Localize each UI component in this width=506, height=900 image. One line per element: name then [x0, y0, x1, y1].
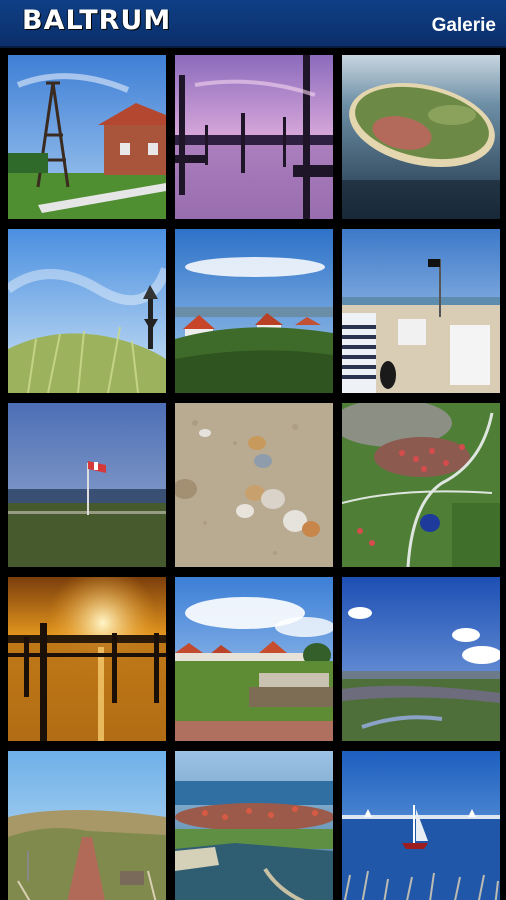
photo-village-aerial [342, 403, 500, 567]
gallery-thumbnail-dune-beacon[interactable] [8, 229, 166, 393]
gallery-thumbnail-salt-marsh[interactable] [342, 577, 500, 741]
photo-grid [0, 48, 506, 900]
photo-island-aerial [342, 55, 500, 219]
photo-houses-meadow [175, 577, 333, 741]
gallery-thumbnail-village-aerial[interactable] [342, 403, 500, 567]
photo-windsock [8, 403, 166, 567]
gallery-thumbnail-harbour-dusk[interactable] [175, 55, 333, 219]
app-title: BALTRUM [22, 5, 172, 36]
gallery-thumbnail-houses-meadow[interactable] [175, 577, 333, 741]
gallery-thumbnail-dune-path[interactable] [8, 751, 166, 900]
photo-seashells [175, 403, 333, 567]
gallery-thumbnail-sailboat[interactable] [342, 751, 500, 900]
gallery-thumbnail-island-aerial[interactable] [342, 55, 500, 219]
photo-bell-tower [8, 55, 166, 219]
photo-harbour-aerial [175, 751, 333, 900]
photo-village-dunes [175, 229, 333, 393]
gallery-thumbnail-windsock[interactable] [8, 403, 166, 567]
gallery-thumbnail-beach-chairs[interactable] [342, 229, 500, 393]
photo-sailboat [342, 751, 500, 900]
section-title: Galerie [431, 15, 496, 36]
gallery-thumbnail-harbour-aerial[interactable] [175, 751, 333, 900]
app-header: BALTRUM Galerie [0, 0, 506, 48]
gallery-thumbnail-village-dunes[interactable] [175, 229, 333, 393]
photo-sunset [8, 577, 166, 741]
photo-beach-chairs [342, 229, 500, 393]
photo-dune-path [8, 751, 166, 900]
photo-salt-marsh [342, 577, 500, 741]
gallery-thumbnail-sunset[interactable] [8, 577, 166, 741]
gallery-thumbnail-seashells[interactable] [175, 403, 333, 567]
gallery-thumbnail-bell-tower[interactable] [8, 55, 166, 219]
photo-harbour-dusk [175, 55, 333, 219]
photo-dune-beacon [8, 229, 166, 393]
